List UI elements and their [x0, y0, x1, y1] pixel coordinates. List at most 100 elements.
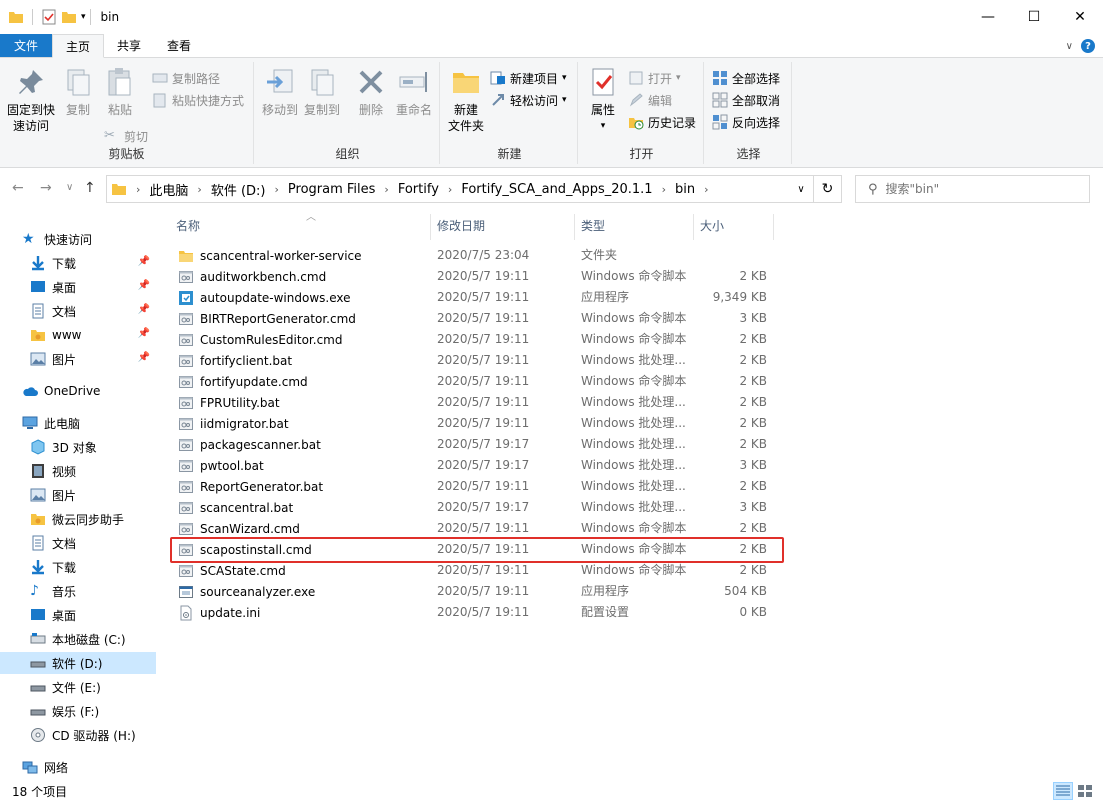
paste-shortcut-button[interactable]: 粘贴快捷方式	[152, 90, 244, 110]
recent-locations-icon[interactable]: ∨	[66, 182, 73, 193]
breadcrumb-drive-d[interactable]: 软件 (D:)	[211, 180, 266, 199]
breadcrumb-separator[interactable]: ›	[384, 183, 388, 196]
tab-home[interactable]: 主页	[52, 34, 105, 58]
column-divider[interactable]	[773, 214, 774, 240]
table-row[interactable]: scancentral-worker-service 2020/7/5 23:04…	[172, 245, 792, 266]
breadcrumb-separator[interactable]: ›	[197, 183, 201, 196]
nav-quick-www[interactable]: www 📌	[0, 324, 156, 346]
back-arrow-icon[interactable]: ←	[12, 180, 24, 196]
table-row[interactable]: FPRUtility.bat 2020/5/7 19:11 Windows 批处理.…	[172, 392, 792, 413]
forward-arrow-icon[interactable]: →	[40, 180, 52, 196]
tab-file[interactable]: 文件	[0, 34, 53, 57]
table-row[interactable]: packagescanner.bat 2020/5/7 19:17 Windows …	[172, 434, 792, 455]
nav-drive-e[interactable]: 文件 (E:)	[0, 676, 156, 698]
table-row[interactable]: update.ini 2020/5/7 19:11 配置设置 0 KB	[172, 602, 792, 623]
column-header-type[interactable]: 类型	[581, 210, 691, 240]
nav-quick-desktop[interactable]: 桌面 📌	[0, 276, 156, 298]
cut-button[interactable]: ✂ 剪切	[104, 126, 148, 146]
select-all-button[interactable]: 全部选择	[712, 68, 780, 88]
nav-downloads[interactable]: 下载	[0, 556, 156, 578]
nav-quick-pictures[interactable]: 图片 📌	[0, 348, 156, 370]
minimize-button[interactable]: —	[965, 0, 1011, 34]
up-arrow-icon[interactable]: ↑	[84, 180, 96, 196]
copy-path-button[interactable]: 复制路径	[152, 68, 220, 88]
search-input[interactable]	[885, 182, 1076, 196]
copy-button[interactable]: 复制	[60, 66, 96, 118]
nav-music[interactable]: ♪ 音乐	[0, 580, 156, 602]
table-row[interactable]: ReportGenerator.bat 2020/5/7 19:11 Windows…	[172, 476, 792, 497]
edit-button[interactable]: 编辑	[628, 90, 672, 110]
paste-button[interactable]: 粘贴	[100, 66, 140, 118]
chevron-down-icon[interactable]: ∨	[789, 176, 813, 202]
maximize-button[interactable]: ☐	[1011, 0, 1057, 34]
breadcrumb-program-files[interactable]: Program Files	[288, 182, 376, 197]
nav-weiyun-sync[interactable]: 微云同步助手	[0, 508, 156, 530]
table-row[interactable]: ScanWizard.cmd 2020/5/7 19:11 Windows 命令脚本…	[172, 518, 792, 539]
column-header-size[interactable]: 大小	[700, 210, 772, 240]
nav-drive-d[interactable]: 软件 (D:)	[0, 652, 156, 674]
table-row[interactable]: autoupdate-windows.exe 2020/5/7 19:11 应用程序…	[172, 287, 792, 308]
help-icon[interactable]: ?	[1081, 39, 1095, 53]
nav-quick-access[interactable]: ★ 快速访问	[0, 228, 156, 250]
breadcrumb-separator[interactable]: ›	[662, 183, 666, 196]
table-row[interactable]: BIRTReportGenerator.cmd 2020/5/7 19:11 Win…	[172, 308, 792, 329]
nav-drive-h[interactable]: CD 驱动器 (H:)	[0, 724, 156, 746]
table-row[interactable]: fortifyclient.bat 2020/5/7 19:11 Windows 批…	[172, 350, 792, 371]
pin-icon[interactable]: 📌	[138, 280, 150, 291]
nav-videos[interactable]: 视频	[0, 460, 156, 482]
easy-access-button[interactable]: 轻松访问 ▾	[490, 90, 567, 110]
breadcrumb-separator[interactable]: ›	[275, 183, 279, 196]
column-header-date[interactable]: 修改日期	[437, 210, 572, 240]
column-divider[interactable]	[574, 214, 575, 240]
table-row[interactable]: sourceanalyzer.exe 2020/5/7 19:11 应用程序 504 …	[172, 581, 792, 602]
table-row[interactable]: CustomRulesEditor.cmd 2020/5/7 19:11 Windo…	[172, 329, 792, 350]
nav-documents[interactable]: 文档	[0, 532, 156, 554]
pin-to-quick-access-button[interactable]: 固定到快 速访问	[4, 66, 58, 134]
nav-drive-c[interactable]: 本地磁盘 (C:)	[0, 628, 156, 650]
table-row[interactable]: pwtool.bat 2020/5/7 19:17 Windows 批处理... 3 …	[172, 455, 792, 476]
history-button[interactable]: 历史记录	[628, 112, 696, 132]
column-divider[interactable]	[430, 214, 431, 240]
properties-button[interactable]: 属性 ▾	[586, 66, 620, 134]
breadcrumb-fortify-sca[interactable]: Fortify_SCA_and_Apps_20.1.1	[461, 182, 652, 197]
breadcrumb-separator[interactable]: ›	[448, 183, 452, 196]
breadcrumb-separator[interactable]: ›	[704, 183, 708, 196]
rename-button[interactable]: 重命名	[392, 66, 436, 118]
open-button[interactable]: 打开 ▾	[628, 68, 681, 88]
column-header-name[interactable]: 名称 ︿	[176, 210, 426, 240]
breadcrumb-this-pc[interactable]: 此电脑	[149, 180, 188, 199]
nav-desktop[interactable]: 桌面	[0, 604, 156, 626]
copy-to-button[interactable]: 复制到	[302, 66, 342, 118]
tab-share[interactable]: 共享	[104, 34, 154, 57]
pin-icon[interactable]: 📌	[138, 352, 150, 363]
move-to-button[interactable]: 移动到	[260, 66, 300, 118]
chevron-down-icon[interactable]: ▾	[81, 12, 86, 22]
nav-pictures[interactable]: 图片	[0, 484, 156, 506]
properties-icon[interactable]	[41, 9, 57, 25]
nav-network[interactable]: 网络	[0, 756, 156, 778]
table-row[interactable]: SCAState.cmd 2020/5/7 19:11 Windows 命令脚本 2 …	[172, 560, 792, 581]
pin-icon[interactable]: 📌	[138, 256, 150, 267]
nav-3d-objects[interactable]: 3D 对象	[0, 436, 156, 458]
column-divider[interactable]	[693, 214, 694, 240]
large-icons-view-button[interactable]	[1075, 782, 1095, 800]
table-row[interactable]: fortifyupdate.cmd 2020/5/7 19:11 Windows 命…	[172, 371, 792, 392]
select-none-button[interactable]: 全部取消	[712, 90, 780, 110]
table-row[interactable]: auditworkbench.cmd 2020/5/7 19:11 Windows …	[172, 266, 792, 287]
table-row[interactable]: scancentral.bat 2020/5/7 19:17 Windows 批处理…	[172, 497, 792, 518]
table-row[interactable]: scapostinstall.cmd 2020/5/7 19:11 Windows …	[172, 539, 792, 560]
new-folder-button[interactable]: 新建 文件夹	[444, 66, 488, 134]
address-bar[interactable]: › 此电脑 › 软件 (D:) › Program Files › Fortif…	[106, 175, 814, 203]
nav-quick-documents[interactable]: 文档 📌	[0, 300, 156, 322]
pin-icon[interactable]: 📌	[138, 328, 150, 339]
nav-quick-downloads[interactable]: 下载 📌	[0, 252, 156, 274]
new-folder-icon[interactable]	[61, 9, 77, 25]
breadcrumb-fortify[interactable]: Fortify	[398, 182, 439, 197]
search-box[interactable]: ⚲	[855, 175, 1090, 203]
nav-onedrive[interactable]: OneDrive	[0, 380, 156, 402]
nav-this-pc[interactable]: 此电脑	[0, 412, 156, 434]
chevron-down-icon[interactable]: ∨	[1066, 41, 1073, 52]
breadcrumb-bin[interactable]: bin	[675, 182, 695, 197]
table-row[interactable]: iidmigrator.bat 2020/5/7 19:11 Windows 批处理…	[172, 413, 792, 434]
tab-view[interactable]: 查看	[154, 34, 204, 57]
